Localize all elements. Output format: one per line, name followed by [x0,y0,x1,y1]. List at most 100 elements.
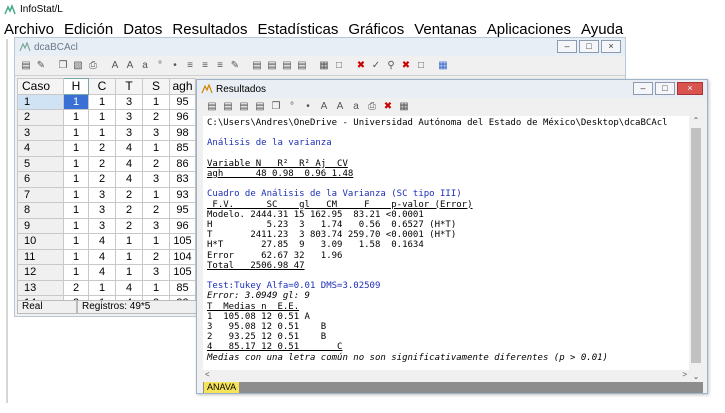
column-header-c[interactable]: C [88,78,116,95]
case-number[interactable]: 7 [17,186,64,203]
table-cell[interactable]: 3 [115,109,143,126]
close-button[interactable]: × [677,82,703,95]
align-left-icon[interactable]: ≡ [183,59,197,73]
table-cell[interactable]: 3 [142,171,170,188]
table-cell[interactable]: 3 [88,217,116,234]
table-cell[interactable]: 1 [63,202,89,219]
font-larger-icon[interactable]: A [123,59,137,73]
table-cell[interactable]: 2 [142,248,170,265]
table-cell[interactable]: 4 [115,279,143,296]
case-number[interactable]: 3 [17,124,64,141]
table-cell[interactable]: 2 [115,186,143,203]
table-cell[interactable]: 1 [88,93,116,110]
table-cell[interactable]: 1 [63,186,89,203]
menu-datos[interactable]: Datos [118,21,167,38]
table-cell[interactable]: 4 [115,140,143,157]
copy-icon[interactable]: ❐ [56,59,70,73]
table-cell[interactable]: 1 [115,248,143,265]
table-cell[interactable]: 1 [63,93,89,110]
delete-row-icon[interactable]: ▤ [265,59,279,73]
table-cell[interactable]: 96 [169,217,196,234]
table-cell[interactable]: 2 [142,202,170,219]
column-header-agh[interactable]: agh [169,78,196,95]
scroll-left-icon[interactable]: < [205,370,210,379]
column-header-caso[interactable]: Caso [17,78,64,95]
table-cell[interactable]: 85 [169,279,196,296]
table-cell[interactable]: 85 [169,140,196,157]
save-icon[interactable]: ▤ [19,59,33,73]
column-header-t[interactable]: T [115,78,143,95]
grid-icon[interactable]: ▦ [317,59,331,73]
table-cell[interactable]: 4 [88,248,116,265]
case-number[interactable]: 2 [17,109,64,126]
delete-icon[interactable]: ✖ [354,59,368,73]
case-number[interactable]: 10 [17,233,64,250]
stop-icon[interactable]: ✖ [399,59,413,73]
table-cell[interactable]: 2 [142,109,170,126]
open-icon[interactable]: ▤ [205,100,219,114]
table-cell[interactable]: 3 [142,124,170,141]
table-cell[interactable]: 1 [63,109,89,126]
table-cell[interactable]: 86 [169,155,196,172]
table-cell[interactable]: 1 [63,233,89,250]
table-cell[interactable]: 1 [63,217,89,234]
table-cell[interactable]: 3 [142,264,170,281]
table-cell[interactable]: 2 [88,140,116,157]
font-smaller-icon[interactable]: a [138,59,152,73]
table-cell[interactable]: 95 [169,202,196,219]
decimal-down-icon[interactable]: • [301,100,315,114]
table-cell[interactable]: 105 [169,264,196,281]
menu-resultados[interactable]: Resultados [167,21,252,38]
check-icon[interactable]: ✓ [369,59,383,73]
scrollbar-thumb[interactable] [691,128,701,363]
table-cell[interactable]: 3 [142,217,170,234]
decimal-up-icon[interactable]: ° [285,100,299,114]
table-cell[interactable]: 1 [142,140,170,157]
table-icon[interactable]: ▦ [397,100,411,114]
trash-icon[interactable]: ▤ [253,100,267,114]
table-cell[interactable]: 1 [63,140,89,157]
maximize-button[interactable]: □ [655,82,675,95]
minimize-button[interactable]: – [633,82,653,95]
case-number[interactable]: 5 [17,155,64,172]
case-number[interactable]: 11 [17,248,64,265]
table-cell[interactable]: 83 [169,171,196,188]
table-cell[interactable]: 4 [115,171,143,188]
font-icon[interactable]: A [317,100,331,114]
paste-icon[interactable]: ▧ [71,59,85,73]
case-number[interactable]: 9 [17,217,64,234]
table-cell[interactable]: 104 [169,248,196,265]
scroll-down-icon[interactable]: ⌄ [689,372,703,382]
clear-icon[interactable]: ▤ [237,100,251,114]
insert-column-icon[interactable]: ▤ [280,59,294,73]
table-cell[interactable]: 3 [115,93,143,110]
table-cell[interactable]: 1 [88,124,116,141]
table-cell[interactable]: 2 [115,202,143,219]
horizontal-scrollbar[interactable]: < > [203,370,689,382]
case-number[interactable]: 12 [17,264,64,281]
table-cell[interactable]: 2 [88,155,116,172]
menu-graficos[interactable]: Gráficos [343,21,409,38]
menu-aplicaciones[interactable]: Aplicaciones [482,21,576,38]
close-button[interactable]: × [601,40,621,53]
table-cell[interactable]: 1 [63,264,89,281]
table-cell[interactable]: 1 [142,279,170,296]
table-cell[interactable]: 96 [169,109,196,126]
table-cell[interactable]: 1 [142,93,170,110]
table-cell[interactable]: 93 [169,186,196,203]
table-cell[interactable]: 98 [169,124,196,141]
print-icon[interactable]: ⎙ [365,100,379,114]
table-cell[interactable]: 4 [88,264,116,281]
menu-estadisticas[interactable]: Estadísticas [252,21,343,38]
table-cell[interactable]: 4 [115,155,143,172]
case-number[interactable]: 6 [17,171,64,188]
tab-anava[interactable]: ANAVA [204,382,240,393]
table-cell[interactable]: 3 [88,186,116,203]
table-cell[interactable]: 95 [169,93,196,110]
print-icon[interactable]: ⎙ [86,59,100,73]
minimize-button[interactable]: – [557,40,577,53]
table-cell[interactable]: 2 [142,155,170,172]
column-header-h[interactable]: H [63,78,89,95]
chart-icon[interactable]: ▦ [436,59,450,73]
table-cell[interactable]: 2 [63,279,89,296]
